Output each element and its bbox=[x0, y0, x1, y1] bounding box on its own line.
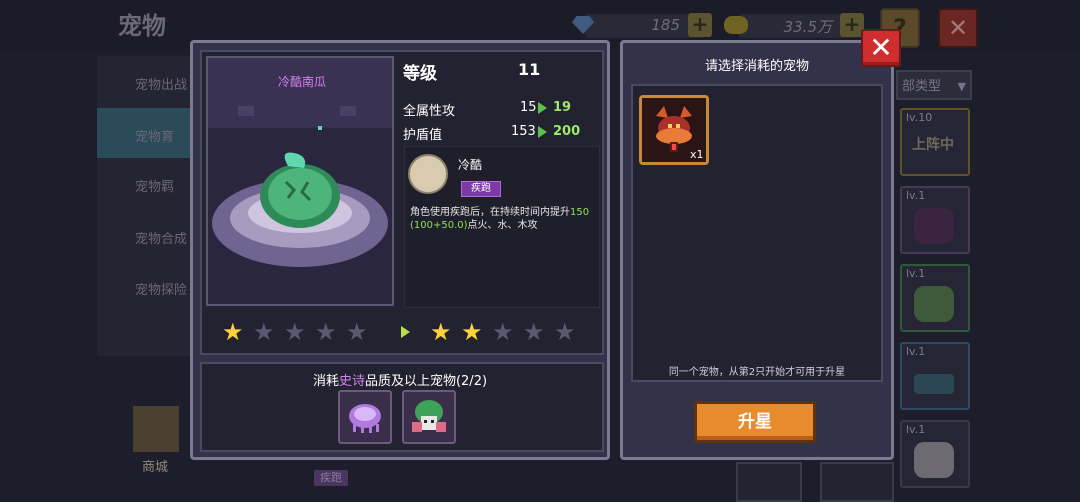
arrow-right-icon bbox=[401, 326, 410, 338]
close-icon[interactable]: ✕ bbox=[861, 29, 901, 67]
stat-new-shield: 200 bbox=[553, 124, 581, 139]
select-panel-title: 请选择消耗的宠物 bbox=[704, 59, 809, 74]
bottom-card[interactable] bbox=[736, 462, 802, 502]
pet-card-level: lv.1 bbox=[906, 423, 926, 436]
pumpkin-skill-icon bbox=[408, 154, 448, 194]
star-icon: ★ bbox=[315, 318, 337, 346]
pet-card[interactable]: lv.1 bbox=[900, 342, 970, 410]
consumed-pet-slot[interactable] bbox=[402, 390, 456, 444]
star-icon: ★ bbox=[554, 318, 576, 346]
level-label: 等级 bbox=[403, 64, 437, 84]
pet-card[interactable]: lv.10 上阵中 bbox=[900, 108, 970, 176]
stat-old-shield: 153 bbox=[511, 124, 536, 139]
side-item-explore[interactable]: 宠物探险 bbox=[135, 279, 187, 298]
side-item-fusion[interactable]: 宠物合成 bbox=[135, 228, 187, 247]
pet-portrait bbox=[914, 442, 954, 478]
add-gems-button[interactable]: + bbox=[688, 13, 712, 37]
pet-card[interactable]: lv.1 bbox=[900, 186, 970, 254]
star-icon: ★ bbox=[222, 318, 244, 346]
star-icon: ★ bbox=[346, 318, 368, 346]
star-icon: ★ bbox=[461, 318, 483, 346]
pet-portrait bbox=[914, 208, 954, 244]
skill-description: 角色使用疾跑后，在持续时间内提升150(100+50.0)点火、水、木攻 bbox=[410, 206, 594, 232]
level-value: 11 bbox=[518, 60, 541, 79]
pet-portrait bbox=[914, 374, 954, 394]
pet-card[interactable]: lv.1 bbox=[900, 420, 970, 488]
pet-name: 冷酷南瓜 bbox=[277, 75, 326, 89]
skill-name: 冷酷 bbox=[458, 158, 483, 172]
pumpkin-pet-illustration bbox=[208, 58, 392, 304]
star-icon: ★ bbox=[253, 318, 275, 346]
page-title: 宠物 bbox=[118, 12, 166, 40]
chevron-down-icon: ▼ bbox=[957, 80, 966, 93]
pet-portrait bbox=[914, 286, 954, 322]
side-menu bbox=[97, 56, 197, 356]
pet-card[interactable]: lv.1 bbox=[900, 264, 970, 332]
bottom-card[interactable] bbox=[820, 462, 894, 502]
pet-quantity: x1 bbox=[690, 148, 704, 161]
upgrade-hint-text: 同一个宠物，从第2只开始才可用于升星 bbox=[668, 367, 846, 378]
coin-count: 33.5万 bbox=[783, 18, 832, 36]
pet-card-level: lv.1 bbox=[906, 345, 926, 358]
star-icon: ★ bbox=[284, 318, 306, 346]
skill-type-badge: 疾跑 bbox=[461, 181, 501, 197]
consumed-pet-slot[interactable] bbox=[338, 390, 392, 444]
pet-portrait-frame: 冷酷南瓜 bbox=[206, 56, 394, 306]
star-icon: ★ bbox=[492, 318, 514, 346]
pet-card-level: lv.10 bbox=[906, 111, 933, 124]
pet-type-filter-dropdown[interactable]: 部类型 ▼ bbox=[896, 70, 972, 100]
pet-card-level: lv.1 bbox=[906, 189, 926, 202]
stat-label-attack: 全属性攻 bbox=[403, 104, 456, 119]
side-item-nurture[interactable]: 宠物育 bbox=[135, 126, 174, 145]
req-prefix: 消耗 bbox=[312, 374, 339, 389]
side-item-bond[interactable]: 宠物羁 bbox=[135, 176, 174, 195]
stat-label-shield: 护盾值 bbox=[403, 128, 443, 143]
shop-icon[interactable] bbox=[133, 406, 179, 452]
plant-pet-icon bbox=[412, 400, 446, 432]
coin-icon bbox=[724, 16, 748, 34]
stat-new-attack: 19 bbox=[553, 100, 572, 115]
bottom-skill-tag: 疾跑 bbox=[314, 470, 348, 486]
side-item-deploy[interactable]: 宠物出战 bbox=[135, 74, 187, 93]
star-up-button[interactable]: 升星 bbox=[694, 401, 816, 443]
skill-desc-suffix: 点火、水、木攻 bbox=[467, 220, 538, 231]
pet-card-level: lv.1 bbox=[906, 267, 926, 280]
shop-label: 商城 bbox=[142, 460, 169, 475]
filter-label: 部类型 bbox=[902, 79, 942, 94]
screen-close-button[interactable]: ✕ bbox=[938, 8, 978, 48]
jellyfish-pet-icon bbox=[349, 404, 381, 433]
skill-desc-prefix: 角色使用疾跑后，在持续时间内提升 bbox=[410, 207, 570, 218]
req-quality: 史诗 bbox=[338, 374, 365, 389]
deployed-tag: 上阵中 bbox=[912, 137, 954, 153]
req-suffix: 品质及以上宠物(2/2) bbox=[364, 374, 488, 389]
star-icon: ★ bbox=[523, 318, 545, 346]
star-icon: ★ bbox=[430, 318, 452, 346]
gem-count: 185 bbox=[651, 16, 680, 34]
stat-old-attack: 15 bbox=[520, 100, 537, 115]
arrow-right-icon bbox=[538, 126, 547, 138]
arrow-right-icon bbox=[538, 102, 547, 114]
